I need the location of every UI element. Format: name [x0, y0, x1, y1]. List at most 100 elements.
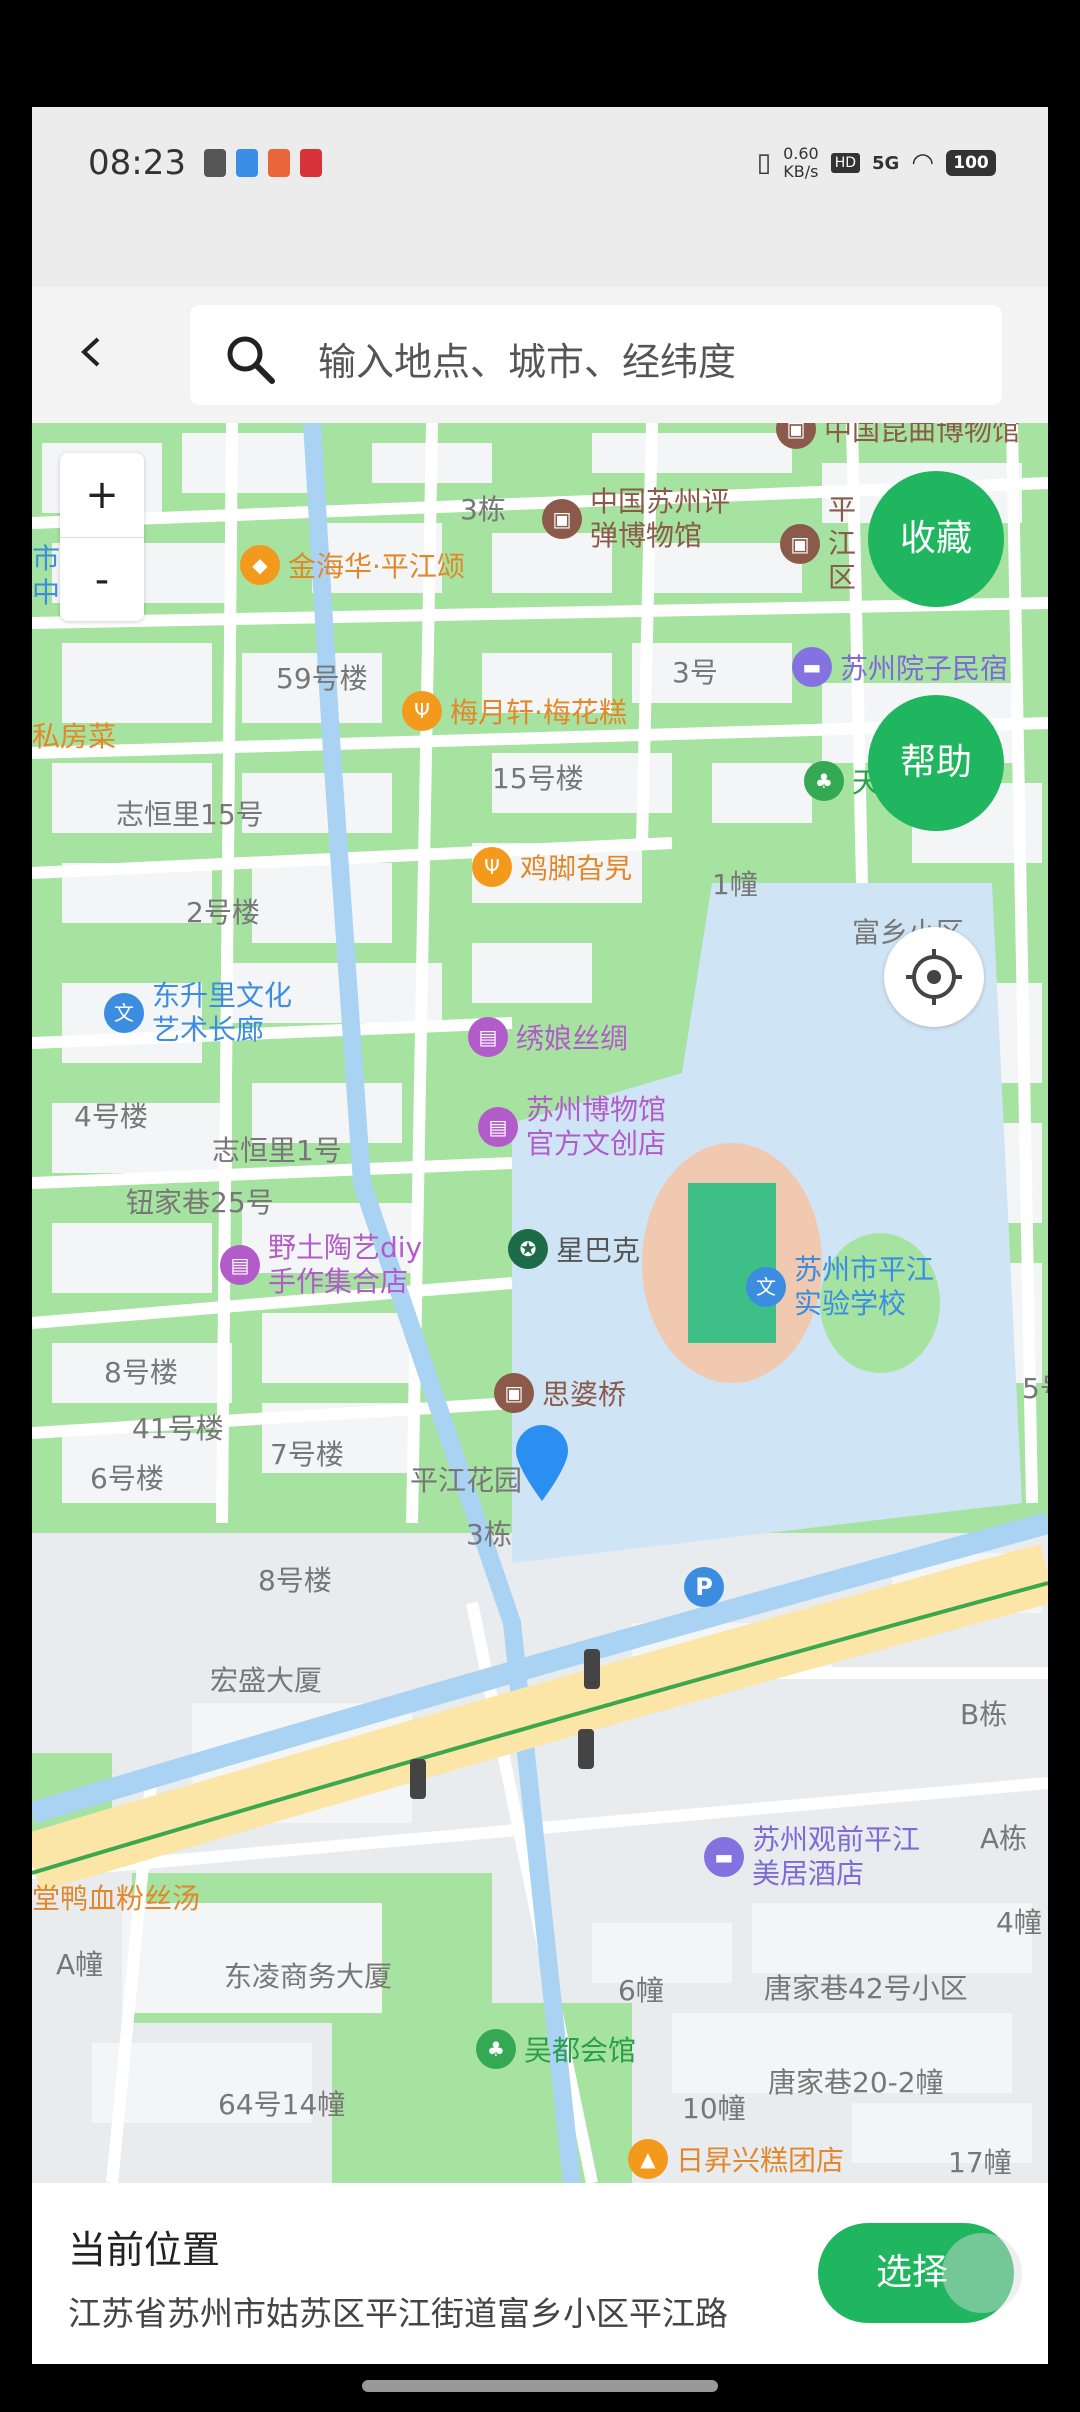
- map-label: 宏盛大厦: [210, 1664, 323, 1697]
- parking-marker: P: [684, 1567, 724, 1607]
- top-bar: 输入地点、城市、经纬度: [32, 287, 1048, 423]
- food-icon: Ψ: [472, 847, 512, 887]
- landmark-icon: ▣: [494, 1373, 534, 1413]
- map-label: 唐家巷20-2幢: [768, 2066, 944, 2099]
- phone-screen: 08:23 ▯ 0.60 KB/s HD 5G ◠ 100 输入地点、城市、经纬…: [32, 107, 1048, 2364]
- map-label: 东凌商务大厦: [224, 1960, 393, 1993]
- traffic-light-icon: [578, 1729, 594, 1769]
- bottom-panel: 当前位置 江苏省苏州市姑苏区平江街道富乡小区平江路 选择: [32, 2183, 1048, 2364]
- chevron-left-icon: [81, 337, 100, 367]
- shop-icon: ▤: [220, 1245, 260, 1285]
- poi-marker[interactable]: ▣ 思婆桥: [494, 1373, 626, 1413]
- poi-marker[interactable]: ▤ 野土陶艺diy手作集合店: [220, 1231, 438, 1299]
- shop-icon: ▤: [478, 1107, 518, 1147]
- poi-marker[interactable]: ♣ 吴都会馆: [476, 2029, 636, 2069]
- poi-marker[interactable]: Ψ 鸡脚旮旯: [472, 847, 632, 887]
- food-icon: ▲: [628, 2139, 668, 2179]
- map-label: 15号楼: [492, 762, 584, 795]
- traffic-light-icon: [584, 1649, 600, 1689]
- museum-icon: ▣: [542, 499, 582, 539]
- building-icon: ◆: [240, 545, 280, 585]
- culture-icon: 文: [746, 1267, 786, 1307]
- status-right: ▯ 0.60 KB/s HD 5G ◠ 100: [757, 145, 996, 181]
- signal-5g-icon: 5G: [872, 152, 900, 174]
- map-label: 64号14幢: [218, 2088, 346, 2121]
- hd-icon: HD: [830, 153, 860, 173]
- speed-indicator: 0.60 KB/s: [783, 144, 819, 181]
- poi-marker[interactable]: ▬ 苏州院子民宿: [792, 647, 1008, 687]
- map-label: 志恒里1号: [212, 1134, 342, 1167]
- select-button-label: 选择: [876, 2252, 949, 2293]
- parking-icon: P: [684, 1567, 724, 1607]
- map-label: 8号楼: [104, 1356, 178, 1389]
- status-time: 08:23: [88, 143, 186, 183]
- status-bar: 08:23 ▯ 0.60 KB/s HD 5G ◠ 100: [32, 107, 1048, 287]
- search-box[interactable]: 输入地点、城市、经纬度: [190, 305, 1002, 405]
- food-icon: Ψ: [402, 691, 442, 731]
- map-label: 4号楼: [74, 1100, 148, 1133]
- cafe-icon: ✪: [508, 1229, 548, 1269]
- map-label: 钮家巷25号: [126, 1186, 274, 1219]
- app-notification-icon: [300, 149, 322, 177]
- notification-icon: [204, 149, 226, 177]
- map-label: 1幢: [712, 868, 758, 901]
- poi-marker[interactable]: ▣ 中国苏州评弹博物馆: [542, 485, 740, 553]
- culture-icon: 文: [104, 993, 144, 1033]
- location-pin-icon: [516, 1425, 568, 1501]
- locate-me-button[interactable]: [884, 927, 984, 1027]
- home-indicator[interactable]: [362, 2380, 718, 2392]
- map-view[interactable]: 3栋 59号楼 3号 15号楼 志恒里15号 2号楼 1幢 富乡小区 4号楼 志…: [32, 423, 1048, 2183]
- park-icon: ♣: [476, 2029, 516, 2069]
- poi-marker[interactable]: ▤ 苏州博物馆官方文创店: [478, 1093, 686, 1161]
- search-icon: [227, 336, 275, 384]
- poi-marker[interactable]: ◆ 金海华·平江颂: [240, 545, 465, 585]
- zoom-out-button[interactable]: -: [60, 538, 144, 622]
- current-location-title: 当前位置: [68, 2228, 221, 2272]
- poi-marker[interactable]: ▲ 日昇兴糕团店: [628, 2139, 844, 2179]
- map-label: B栋: [960, 1698, 1008, 1731]
- map-label: 3栋: [466, 1518, 512, 1551]
- search-input[interactable]: 输入地点、城市、经纬度: [318, 331, 736, 386]
- map-label: 10幢: [682, 2092, 746, 2125]
- back-button[interactable]: [72, 327, 122, 377]
- favorite-button[interactable]: 收藏: [868, 471, 1004, 607]
- floating-assist-icon: [942, 2233, 1022, 2313]
- poi-marker[interactable]: ▤ 绣娘丝绸: [468, 1017, 628, 1057]
- map-label: 5号: [1022, 1372, 1048, 1405]
- poi-marker[interactable]: 文苏州市平江实验学校: [746, 1253, 954, 1321]
- help-button[interactable]: 帮助: [868, 695, 1004, 831]
- zoom-controls: + -: [60, 453, 144, 621]
- map-label: 中: [32, 576, 61, 609]
- poi-marker[interactable]: ✪ 星巴克: [508, 1229, 640, 1269]
- map-label: 6号楼: [90, 1462, 164, 1495]
- map-label: A栋: [980, 1822, 1028, 1855]
- poi-marker[interactable]: Ψ 梅月轩·梅花糕: [402, 691, 627, 731]
- map-label: 7号楼: [270, 1438, 344, 1471]
- poi-marker[interactable]: ▬ 苏州观前平江美居酒店: [704, 1823, 942, 1891]
- poi-marker[interactable]: ▣ 中国昆曲博物馆: [776, 423, 1020, 449]
- select-button[interactable]: 选择: [818, 2223, 1022, 2323]
- current-address: 江苏省苏州市姑苏区平江街道富乡小区平江路: [68, 2294, 728, 2333]
- hotel-icon: ▬: [704, 1837, 744, 1877]
- poi-marker[interactable]: 私房菜: [32, 715, 116, 755]
- crosshair-icon: [906, 949, 962, 1005]
- map-label: 59号楼: [276, 662, 368, 695]
- vibrate-icon: ▯: [756, 148, 772, 178]
- map-label: 唐家巷42号小区: [764, 1972, 968, 2005]
- map-label: 3号: [672, 656, 718, 689]
- shop-icon: ▤: [468, 1017, 508, 1057]
- map-label: 4幢: [996, 1906, 1042, 1939]
- hotel-icon: ▬: [792, 647, 832, 687]
- wifi-icon: ◠: [911, 148, 934, 178]
- park-icon: ♣: [804, 761, 844, 801]
- poi-marker[interactable]: 堂鸭血粉丝汤: [32, 1877, 200, 1917]
- map-label: 41号楼: [132, 1412, 224, 1445]
- map-label: 平江花园: [410, 1464, 523, 1497]
- map-label: 志恒里15号: [116, 798, 264, 831]
- map-label: 2号楼: [186, 896, 260, 929]
- poi-marker[interactable]: ▣ 平江区: [780, 493, 868, 595]
- poi-marker[interactable]: 文东升里文化艺术长廊: [104, 979, 312, 1047]
- map-label: A幢: [56, 1948, 104, 1981]
- map-label: 8号楼: [258, 1564, 332, 1597]
- zoom-in-button[interactable]: +: [60, 453, 144, 538]
